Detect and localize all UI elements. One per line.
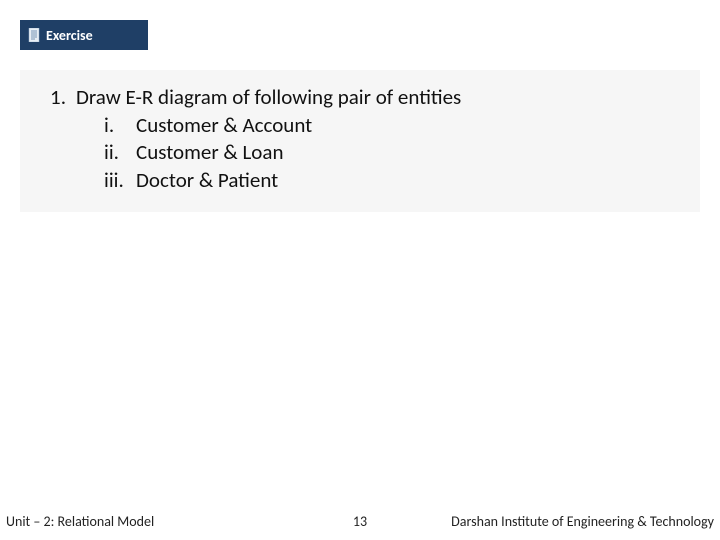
subitem-num: iii. (104, 167, 136, 194)
footer-institute: Darshan Institute of Engineering & Techn… (451, 513, 714, 530)
subitem-text: Doctor & Patient (136, 167, 278, 194)
list-item: i. Customer & Account (104, 112, 680, 139)
subitem-num: ii. (104, 139, 136, 166)
subitem-text: Customer & Loan (136, 139, 283, 166)
list-item: ii. Customer & Loan (104, 139, 680, 166)
document-icon (28, 28, 40, 42)
question-text: Draw E-R diagram of following pair of en… (76, 84, 461, 110)
header-tab: Exercise (20, 20, 148, 50)
question-row: 1. Draw E-R diagram of following pair of… (40, 84, 680, 110)
footer-page: 13 (353, 513, 367, 530)
list-item: iii. Doctor & Patient (104, 167, 680, 194)
subitem-text: Customer & Account (136, 112, 312, 139)
question-number: 1. (40, 84, 76, 110)
header-label: Exercise (46, 27, 93, 44)
content-box: 1. Draw E-R diagram of following pair of… (20, 70, 700, 212)
footer-unit: Unit – 2: Relational Model (6, 513, 154, 530)
footer: Unit – 2: Relational Model 13 Darshan In… (0, 510, 720, 532)
subitem-num: i. (104, 112, 136, 139)
slide: Exercise 1. Draw E-R diagram of followin… (0, 0, 720, 540)
sub-list: i. Customer & Account ii. Customer & Loa… (104, 112, 680, 194)
